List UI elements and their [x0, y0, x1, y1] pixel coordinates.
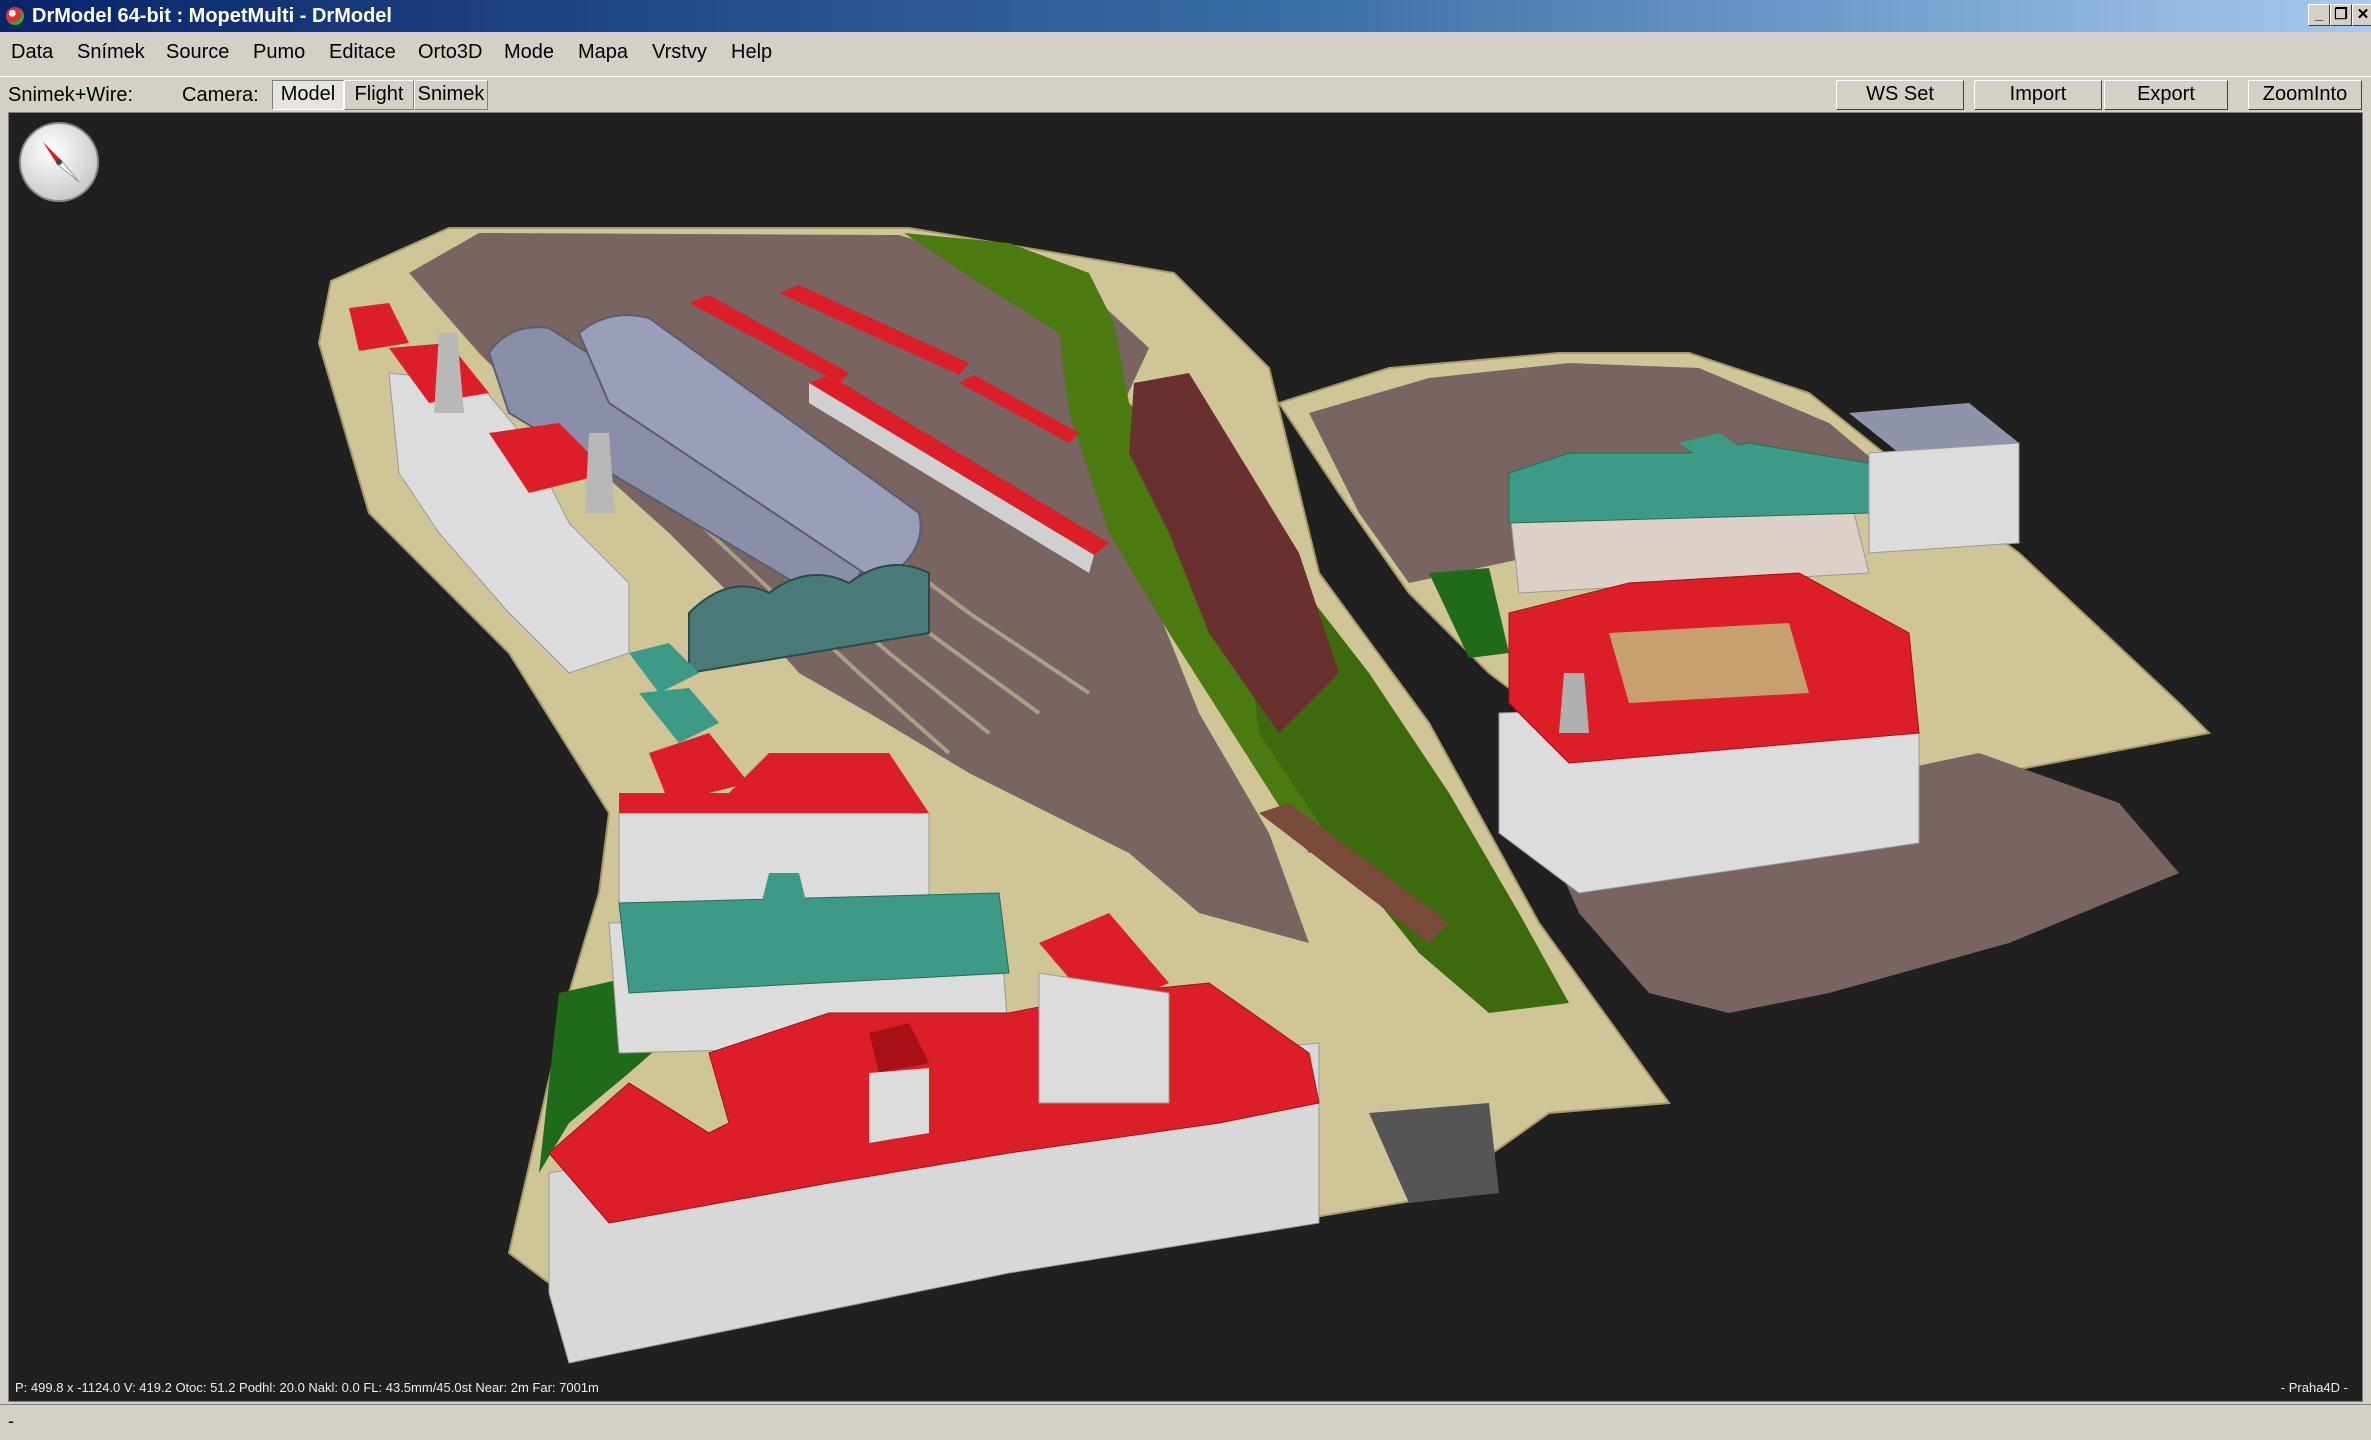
camera-snimek-button[interactable]: Snimek	[414, 80, 488, 110]
window-title: DrModel 64-bit : MopetMulti - DrModel	[32, 5, 392, 27]
status-bar-text: -	[8, 1411, 14, 1431]
menu-orto3d[interactable]: Orto3D	[418, 41, 482, 63]
menu-source[interactable]: Source	[166, 41, 229, 63]
maximize-button[interactable]: ❐	[2330, 4, 2352, 26]
camera-model-button[interactable]: Model	[272, 80, 344, 110]
minimize-button[interactable]: _	[2308, 4, 2330, 26]
camera-flight-button[interactable]: Flight	[344, 80, 414, 110]
export-button[interactable]: Export	[2104, 80, 2228, 110]
courtyard-inner	[1609, 623, 1809, 703]
small-house-walls	[869, 1068, 929, 1143]
title-bar: DrModel 64-bit : MopetMulti - DrModel _ …	[0, 0, 2371, 32]
status-bar: -	[0, 1404, 2371, 1440]
app-icon[interactable]	[6, 7, 24, 25]
compass-needle-icon	[43, 142, 80, 183]
corner-tower-walls	[1038, 972, 1170, 1104]
import-button[interactable]: Import	[1974, 80, 2102, 110]
palace-wing-walls	[1868, 442, 2020, 554]
palace-roof	[1508, 442, 1870, 524]
camera-label: Camera:	[182, 84, 259, 106]
compass-icon[interactable]	[19, 122, 99, 202]
courtyard-tower	[1559, 673, 1589, 733]
3d-viewport[interactable]: P: 499.8 x -1124.0 V: 419.2 Otoc: 51.2 P…	[8, 112, 2363, 1402]
menu-editace[interactable]: Editace	[329, 41, 396, 63]
menu-snimek[interactable]: Snímek	[77, 41, 145, 63]
brand-label: - Praha4D -	[2280, 1380, 2348, 1395]
menu-bar: Data Snímek Source Pumo Editace Orto3D M…	[0, 32, 2371, 72]
menu-pumo[interactable]: Pumo	[253, 41, 305, 63]
menu-data[interactable]: Data	[11, 41, 53, 63]
menu-mode[interactable]: Mode	[504, 41, 554, 63]
toolbar: Snimek+Wire: Camera: Model Flight Snimek…	[0, 76, 2371, 112]
mode-label: Snimek+Wire:	[8, 84, 134, 106]
camera-status-readout: P: 499.8 x -1124.0 V: 419.2 Otoc: 51.2 P…	[15, 1380, 599, 1395]
menu-help[interactable]: Help	[731, 41, 772, 63]
menu-vrstvy[interactable]: Vrstvy	[652, 41, 707, 63]
close-button[interactable]: ✕	[2352, 4, 2371, 26]
menu-mapa[interactable]: Mapa	[578, 41, 628, 63]
city-model-scene	[317, 227, 2212, 1364]
zoominto-button[interactable]: ZoomInto	[2248, 80, 2362, 110]
ws-set-button[interactable]: WS Set	[1836, 80, 1964, 110]
